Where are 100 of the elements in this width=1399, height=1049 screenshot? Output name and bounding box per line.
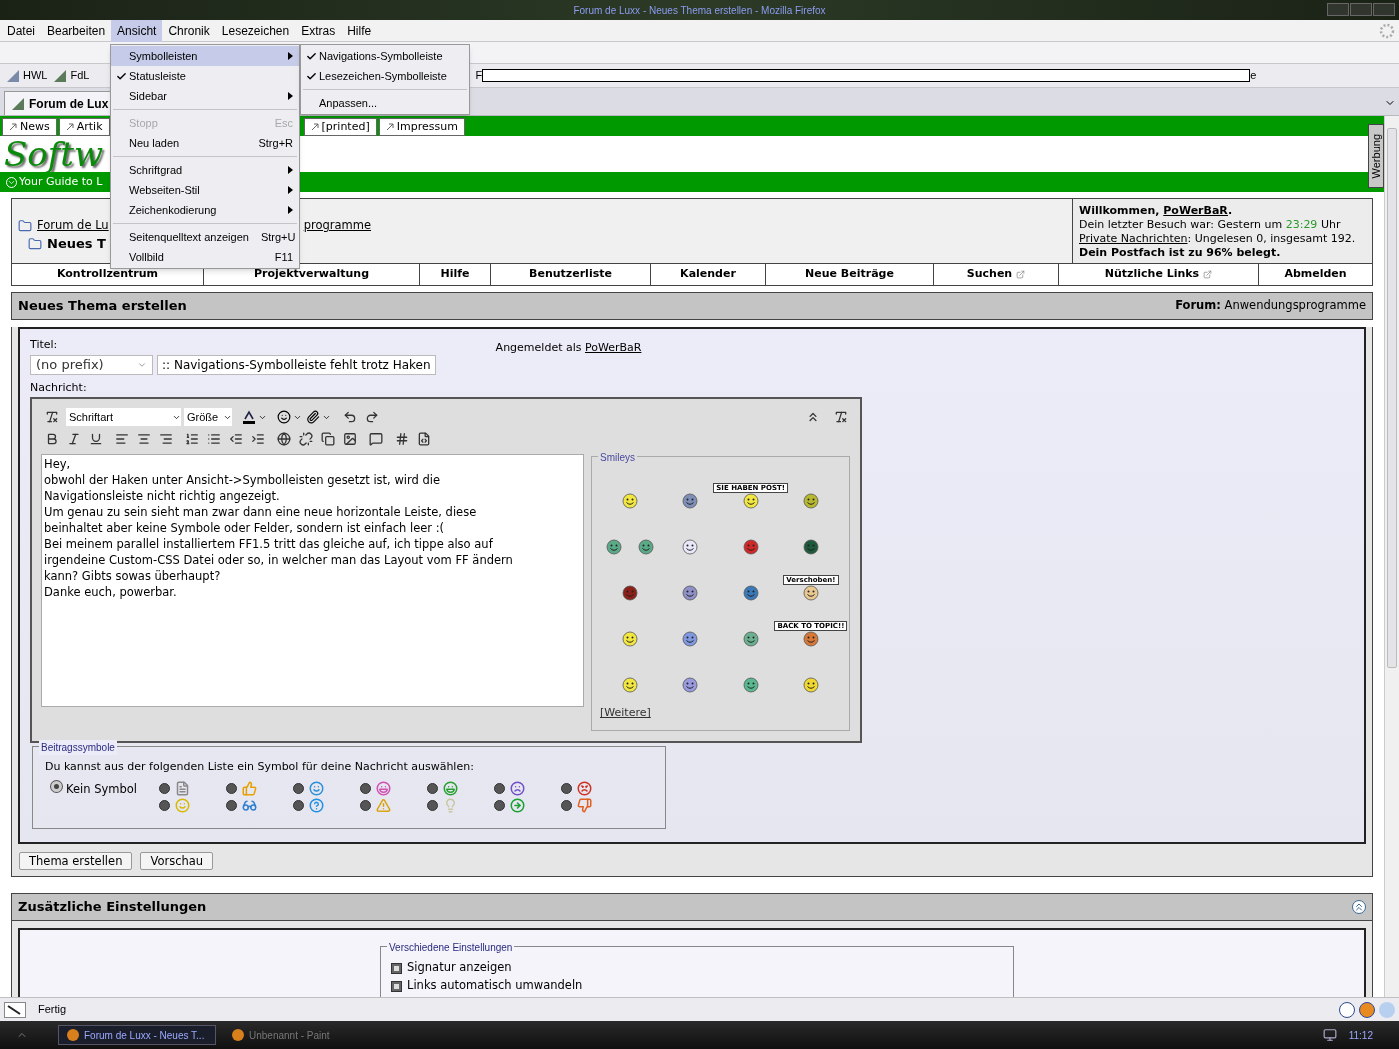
app-icon	[232, 1029, 244, 1041]
menu-item[interactable]: Lesezeichen-Symbolleiste	[301, 66, 469, 86]
bookmark[interactable]: FdL	[53, 67, 90, 84]
throbber-icon	[1379, 22, 1395, 39]
paperclip-icon	[306, 410, 320, 424]
more-smileys-link[interactable]: [Weitere]	[600, 706, 651, 719]
radio-button[interactable]	[159, 782, 170, 794]
submenu-arrow-icon	[288, 186, 293, 194]
menu-item[interactable]: Lesezeichen	[215, 19, 296, 42]
breadcrumb-link[interactable]: Forum de Lu	[37, 217, 109, 235]
status-text: Fertig	[38, 1002, 67, 1018]
menu-item[interactable]: Vollbild F11	[111, 247, 299, 267]
taskbar-button[interactable]: Unbenannt - Paint	[224, 1025, 382, 1045]
link-arrow-icon	[385, 123, 394, 131]
submenu-arrow-icon	[288, 92, 293, 100]
prefix-select[interactable]: (no prefix)	[30, 354, 153, 375]
search-field[interactable]	[482, 69, 1251, 82]
site-nav-link[interactable]: Impressum	[378, 118, 465, 136]
user-link[interactable]: PoWerBaR	[585, 341, 642, 354]
radio-button[interactable]	[561, 782, 572, 794]
underline-icon	[89, 432, 103, 446]
collapse-icon[interactable]	[1352, 900, 1366, 914]
radio-button[interactable]	[226, 782, 237, 794]
post-icon	[376, 780, 391, 796]
logged-in-text: Angemeldet als PoWerBaR	[495, 340, 642, 356]
site-nav-link[interactable]: [printed]	[303, 118, 377, 136]
messages-link[interactable]: Private Nachrichten	[1079, 232, 1188, 245]
radio-button[interactable]	[494, 782, 505, 794]
site-tagline: Your Guide to L	[19, 173, 103, 190]
check-icon	[306, 70, 317, 82]
radio-button[interactable]	[427, 799, 438, 811]
menu-item[interactable]: Zeichenkodierung	[111, 200, 299, 220]
bookmark-label: e	[1250, 68, 1257, 84]
taskbar-button[interactable]: Forum de Luxx - Neues T...	[58, 1025, 216, 1045]
menu-item[interactable]: Hilfe	[341, 19, 378, 42]
resize-icon	[806, 410, 820, 424]
menu-item[interactable]: Neu laden Strg+R	[111, 133, 299, 153]
submenu-arrow-icon	[288, 206, 293, 214]
message-field[interactable]: Hey, obwohl der Haken unter Ansicht->Symbolleisten gesetzt ist, wird die Navigationsleiste nicht richtig angezeigt. Um genau zu sein sieht man zwar dann eine neue horizontale Leiste, diese beinhaltet aber keine Symbole oder Felder, sondern ist einfach leer :( Bei meinem parallel installiertem FF1.5 tritt das gleiche auf, ich tippe also auf irgendeine Custom-CSS Datei oder so, in welcher man das Layout vom FF ändern kann? Gibts sowas überhaupt? Danke euch, powerbar.	[41, 454, 584, 707]
menu-item[interactable]: Chronik	[162, 19, 216, 42]
menu-item[interactable]: Symbolleisten	[111, 46, 299, 66]
link-arrow-icon	[9, 123, 17, 131]
menu-item[interactable]: Anpassen...	[301, 93, 469, 113]
radio-option[interactable]: Kein Symbol	[45, 780, 159, 813]
menu-item[interactable]: Datei	[1, 19, 41, 42]
post-icon	[577, 797, 592, 813]
post-icon	[309, 780, 324, 796]
link-arrow-icon	[65, 123, 74, 131]
radio-button[interactable]	[226, 799, 237, 811]
preview-button[interactable]: Vorschau	[140, 852, 214, 870]
menu-item[interactable]: Schriftgrad	[111, 160, 299, 180]
radio-button[interactable]	[427, 782, 438, 794]
site-nav-link[interactable]: Artik	[58, 118, 110, 136]
ad-tab[interactable]: Werbung	[1368, 124, 1384, 188]
checkbox[interactable]	[391, 980, 402, 992]
globe-icon	[277, 432, 291, 446]
italic-icon	[67, 432, 81, 446]
post-icon	[510, 780, 525, 796]
breadcrumb-link[interactable]: programme	[303, 217, 371, 235]
menu-item[interactable]: Ansicht	[111, 19, 163, 42]
radio-button[interactable]	[494, 799, 505, 811]
subject-field[interactable]: :: Navigations-Symbolleiste fehlt trotz Haken	[157, 354, 436, 375]
menu-item[interactable]: Statusleiste	[111, 66, 299, 86]
checkbox-option[interactable]: Signatur anzeigen	[391, 959, 1013, 977]
window-title: Forum de Luxx - Neues Thema erstellen - Mozilla Firefox	[573, 3, 826, 18]
radio-button[interactable]	[561, 799, 572, 811]
size-select[interactable]: Größe	[184, 408, 232, 426]
bullet-list-icon	[207, 432, 221, 446]
submenu-arrow-icon	[288, 166, 293, 174]
panel-legend: Verschiedene Einstellungen	[387, 940, 515, 955]
radio-button[interactable]	[159, 799, 170, 811]
field-label: Titel:	[30, 337, 59, 353]
bookmark-label: F	[475, 68, 483, 84]
menu-item[interactable]: Navigations-Symbolleiste	[301, 46, 469, 66]
check-icon	[116, 70, 127, 82]
checkbox[interactable]	[391, 962, 402, 974]
user-link[interactable]: PoWerBaR	[1163, 204, 1228, 217]
menu-item[interactable]: Webseiten-Stil	[111, 180, 299, 200]
radio-button[interactable]	[293, 782, 304, 794]
bookmark-icon	[53, 68, 68, 83]
site-nav-link[interactable]: News	[2, 118, 57, 136]
radio-button[interactable]	[293, 799, 304, 811]
submit-button[interactable]: Thema erstellen	[19, 852, 133, 870]
menu-item[interactable]: Bearbeiten	[41, 19, 112, 42]
font-select[interactable]: Schriftart	[66, 408, 181, 426]
outdent-icon	[229, 432, 243, 446]
scrollbar[interactable]	[1384, 116, 1399, 997]
quote-icon	[369, 432, 383, 446]
submenu-arrow-icon	[288, 52, 293, 60]
menu-item[interactable]: Seitenquelltext anzeigen Strg+U	[111, 227, 299, 247]
align-left-icon	[115, 432, 129, 446]
bookmark[interactable]: HWL	[6, 67, 48, 84]
radio-button[interactable]	[360, 799, 371, 811]
folder-icon	[18, 218, 32, 233]
radio-button[interactable]	[360, 782, 371, 794]
checkbox-option[interactable]: Links automatisch umwandeln	[391, 977, 1013, 995]
network-icon	[1322, 1028, 1337, 1042]
indent-icon	[251, 432, 265, 446]
post-icon	[175, 797, 190, 813]
menu-item[interactable]: Extras	[295, 19, 342, 42]
